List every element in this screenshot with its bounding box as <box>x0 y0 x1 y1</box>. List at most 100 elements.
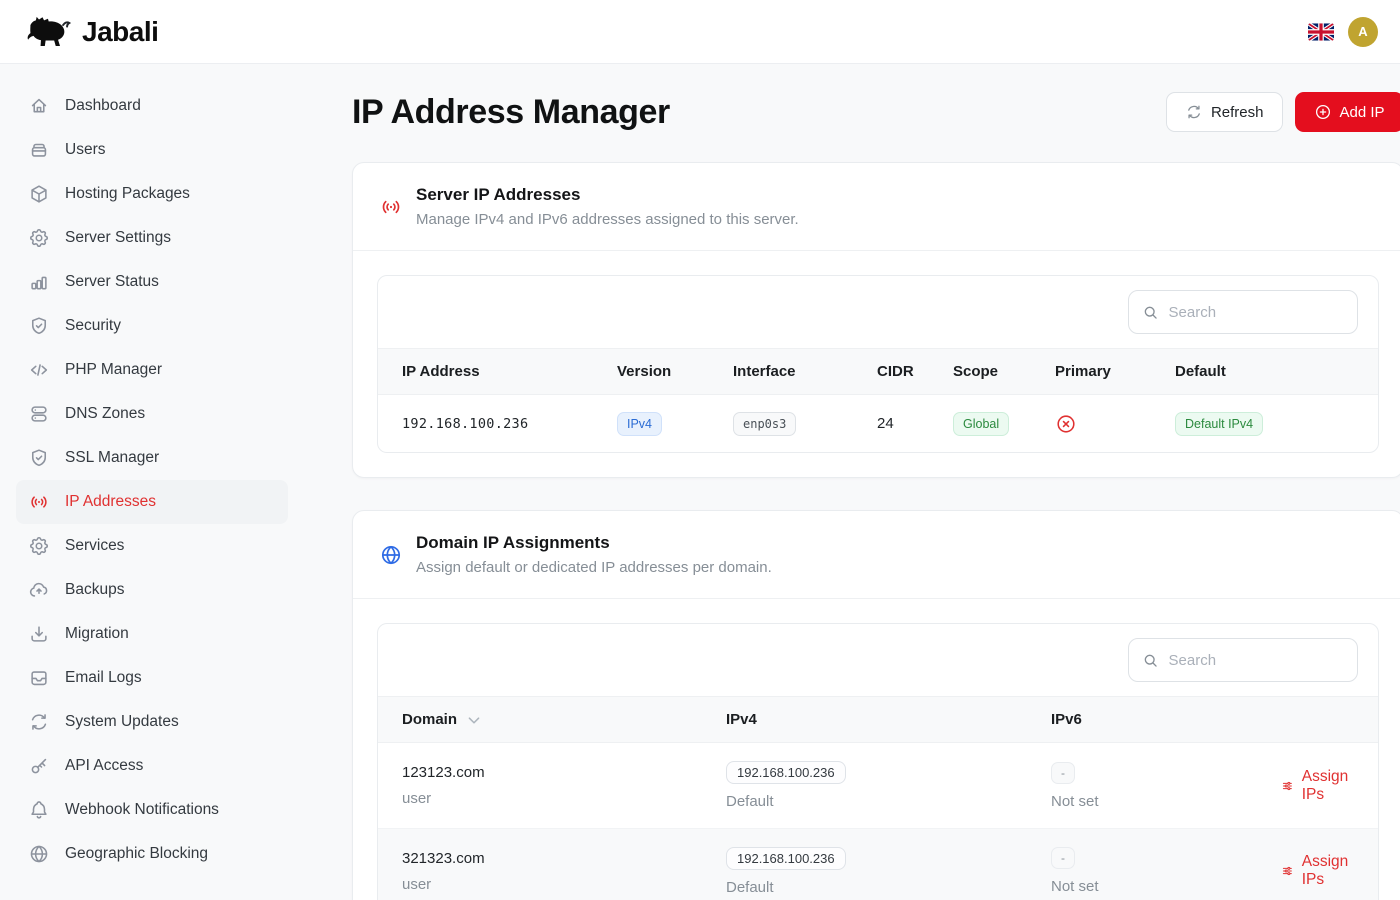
brand-name: Jabali <box>82 16 158 48</box>
sidebar-item-services[interactable]: Services <box>16 524 288 568</box>
ipv6-note: Not set <box>1051 878 1281 895</box>
domain-owner: user <box>402 790 726 807</box>
sidebar-item-ssl-manager[interactable]: SSL Manager <box>16 436 288 480</box>
shield-check-icon <box>28 447 50 469</box>
refresh-icon <box>1185 103 1203 121</box>
key-icon <box>28 755 50 777</box>
page-head: IP Address Manager Refresh Add IP <box>352 92 1400 132</box>
server-ips-panel: IP Address Version Interface CIDR Scope … <box>377 275 1379 453</box>
sidebar-item-security[interactable]: Security <box>16 304 288 348</box>
default-ipv4-badge: Default IPv4 <box>1175 412 1263 436</box>
sidebar-item-api-access[interactable]: API Access <box>16 744 288 788</box>
boar-logo-icon <box>18 13 74 51</box>
domain-table-header: Domain IPv4 IPv6 <box>378 696 1378 743</box>
domain-ips-search-input[interactable] <box>1169 652 1345 669</box>
sidebar-item-backups[interactable]: Backups <box>16 568 288 612</box>
ipv4-chip: 192.168.100.236 <box>726 847 846 870</box>
avatar[interactable]: A <box>1348 17 1378 47</box>
sidebar-item-system-updates[interactable]: System Updates <box>16 700 288 744</box>
sidebar-item-label: Users <box>65 141 105 159</box>
ipv4-note: Default <box>726 793 1051 810</box>
inbox-icon <box>28 667 50 689</box>
server-stack-icon <box>28 403 50 425</box>
assign-ips-label: Assign IPs <box>1302 768 1354 804</box>
sidebar-item-label: API Access <box>65 757 143 775</box>
column-header-ipv4: IPv4 <box>726 711 1051 728</box>
domain-name: 321323.com <box>402 850 726 867</box>
sidebar-item-label: System Updates <box>65 713 179 731</box>
ipv6-chip: - <box>1051 762 1075 784</box>
download-icon <box>28 623 50 645</box>
server-ips-toolbar <box>378 276 1378 348</box>
add-ip-button-label: Add IP <box>1340 104 1385 121</box>
add-ip-button[interactable]: Add IP <box>1295 92 1400 132</box>
sidebar-item-dashboard[interactable]: Dashboard <box>16 84 288 128</box>
sidebar-item-label: SSL Manager <box>65 449 159 467</box>
ipv4-cell: 192.168.100.236 Default <box>726 847 1051 896</box>
sidebar-item-webhook-notifications[interactable]: Webhook Notifications <box>16 788 288 832</box>
card-subtitle: Assign default or dedicated IP addresses… <box>416 559 772 576</box>
scope-cell: Global <box>953 412 1055 436</box>
topbar: Jabali A <box>0 0 1400 64</box>
sidebar-item-label: Security <box>65 317 121 335</box>
table-row: 321323.com user 192.168.100.236 Default … <box>378 828 1378 900</box>
primary-cell <box>1055 413 1175 435</box>
sidebar-item-label: Email Logs <box>65 669 142 687</box>
sidebar-item-migration[interactable]: Migration <box>16 612 288 656</box>
domain-cell: 123123.com user <box>402 764 726 807</box>
version-badge: IPv4 <box>617 412 662 436</box>
globe-icon <box>28 843 50 865</box>
ipv6-cell: - Not set <box>1051 762 1281 810</box>
page-actions: Refresh Add IP <box>1166 92 1400 132</box>
globe-icon <box>379 543 403 567</box>
sidebar-item-geographic-blocking[interactable]: Geographic Blocking <box>16 832 288 876</box>
column-header-domain[interactable]: Domain <box>402 709 726 731</box>
ipv6-cell: - Not set <box>1051 847 1281 895</box>
broadcast-icon <box>28 491 50 513</box>
column-header-ipv6: IPv6 <box>1051 711 1281 728</box>
ip-address-value: 192.168.100.236 <box>402 416 617 432</box>
sidebar-item-ip-addresses[interactable]: IP Addresses <box>16 480 288 524</box>
sidebar-item-label: PHP Manager <box>65 361 162 379</box>
home-icon <box>28 95 50 117</box>
sidebar-item-label: Backups <box>65 581 124 599</box>
x-circle-icon <box>1055 413 1077 435</box>
sidebar-item-label: Dashboard <box>65 97 141 115</box>
sidebar-item-users[interactable]: Users <box>16 128 288 172</box>
column-header-default: Default <box>1175 363 1354 380</box>
server-ips-table-header: IP Address Version Interface CIDR Scope … <box>378 348 1378 395</box>
assign-ips-button[interactable]: Assign IPs <box>1281 853 1354 889</box>
sidebar-item-server-status[interactable]: Server Status <box>16 260 288 304</box>
server-ips-search-input[interactable] <box>1169 304 1345 321</box>
sidebar-item-label: IP Addresses <box>65 493 156 511</box>
interface-badge: enp0s3 <box>733 412 796 436</box>
domain-ips-card-heading: Domain IP Assignments Assign default or … <box>416 533 772 576</box>
sidebar-item-email-logs[interactable]: Email Logs <box>16 656 288 700</box>
plus-circle-icon <box>1314 103 1332 121</box>
sidebar-item-dns-zones[interactable]: DNS Zones <box>16 392 288 436</box>
sidebar-item-label: Geographic Blocking <box>65 845 208 863</box>
gear-icon <box>28 535 50 557</box>
ipv4-cell: 192.168.100.236 Default <box>726 761 1051 810</box>
sidebar-item-label: Hosting Packages <box>65 185 190 203</box>
language-flag-button[interactable] <box>1308 23 1334 41</box>
sidebar-item-hosting-packages[interactable]: Hosting Packages <box>16 172 288 216</box>
brand[interactable]: Jabali <box>18 13 158 51</box>
card-title: Server IP Addresses <box>416 185 799 205</box>
sidebar-item-label: DNS Zones <box>65 405 145 423</box>
version-cell: IPv4 <box>617 412 733 436</box>
domain-cell: 321323.com user <box>402 850 726 893</box>
shield-check-icon <box>28 315 50 337</box>
sidebar-item-php-manager[interactable]: PHP Manager <box>16 348 288 392</box>
domain-owner: user <box>402 876 726 893</box>
domain-ips-card-header: Domain IP Assignments Assign default or … <box>353 511 1400 599</box>
default-cell: Default IPv4 <box>1175 412 1354 436</box>
assign-ips-button[interactable]: Assign IPs <box>1281 768 1354 804</box>
cloud-upload-icon <box>28 579 50 601</box>
sidebar-item-server-settings[interactable]: Server Settings <box>16 216 288 260</box>
column-header-cidr: CIDR <box>877 363 953 380</box>
refresh-button-label: Refresh <box>1211 104 1264 121</box>
refresh-button[interactable]: Refresh <box>1166 92 1283 132</box>
cidr-value: 24 <box>877 415 953 432</box>
card-title: Domain IP Assignments <box>416 533 772 553</box>
